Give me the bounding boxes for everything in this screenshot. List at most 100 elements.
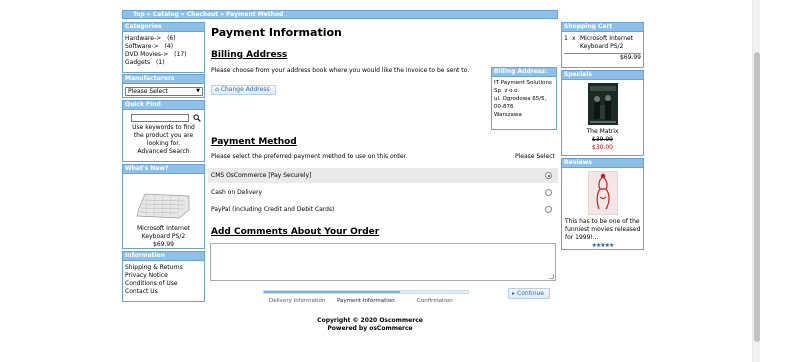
progress-fill (264, 291, 400, 293)
category-software[interactable]: Software-> (4) (125, 43, 202, 51)
categories-title: Categories (123, 23, 204, 32)
footer-copyright: Copyright © 2020 Oscommerce (317, 317, 423, 324)
step-confirmation: Confirmation (417, 298, 453, 304)
whats-new-product[interactable]: Microsoft Internet Keyboard PS/2 (125, 225, 202, 241)
specials-product[interactable]: The Matrix (564, 128, 641, 136)
manufacturers-box: Manufacturers Please Select ▼ (122, 74, 205, 98)
category-gadgets[interactable]: Gadgets (1) (125, 59, 202, 67)
reviews-title: Reviews (562, 159, 643, 168)
cart-qty: 1 (564, 35, 568, 42)
specials-title: Specials (562, 71, 643, 80)
review-rating-stars: ★★★★★ (591, 242, 615, 249)
payment-method-heading: Payment Method (211, 137, 297, 147)
breadcrumb-separator: » (218, 11, 227, 18)
info-link-privacy[interactable]: Privacy Notice (125, 272, 202, 280)
info-link-shipping[interactable]: Shipping & Returns (125, 264, 202, 272)
comments-textarea[interactable] (210, 243, 556, 281)
page-title: Payment Information (211, 26, 342, 39)
chevron-down-icon: ▼ (196, 88, 200, 94)
category-label[interactable]: DVD Movies-> (125, 51, 168, 58)
payment-method-text: Please select the preferred payment meth… (211, 153, 408, 160)
payment-option-paypal[interactable]: PayPal (including Credit and Debit Cards… (208, 202, 558, 217)
specials-box: Specials The Matrix $39.99 $30.00 (561, 70, 644, 156)
category-hardware[interactable]: Hardware-> (6) (125, 35, 202, 43)
continue-label: Continue (517, 290, 544, 297)
please-select-label: Please Select (515, 153, 555, 160)
change-address-label: Change Address (220, 86, 270, 93)
category-dvd-movies[interactable]: DVD Movies-> (17) (125, 51, 202, 59)
reviews-box: Reviews This has to be one of the funnie… (561, 158, 644, 250)
comments-heading: Add Comments About Your Order (211, 227, 380, 237)
home-icon: ⌂ (215, 86, 219, 93)
breadcrumb: Top » Catalog » Checkout » Payment Metho… (122, 10, 558, 19)
quick-find-title: Quick Find (123, 101, 204, 110)
category-label[interactable]: Gadgets (125, 59, 150, 66)
category-count: (1) (156, 59, 165, 66)
payment-option-cms[interactable]: CMS OsCommerce [Pay Securely] (208, 168, 558, 183)
breadcrumb-catalog[interactable]: Catalog (153, 11, 179, 18)
category-count: (17) (174, 51, 187, 58)
whats-new-price: $69.99 (153, 241, 174, 248)
whats-new-title: What's New? (123, 165, 204, 174)
review-dvd-image[interactable] (587, 170, 618, 216)
arrow-right-icon: ▸ (512, 290, 516, 297)
step-payment: Payment Information (337, 298, 395, 304)
review-text[interactable]: This has to be one of the funniest movie… (564, 218, 641, 242)
breadcrumb-top[interactable]: Top (133, 11, 145, 18)
address-line: ul. Ogrodowa 65/5, (494, 96, 547, 102)
change-address-button[interactable]: ⌂ Change Address (211, 85, 276, 95)
quick-find-input[interactable] (131, 114, 189, 122)
checkout-progress-bar (263, 290, 469, 294)
quick-find-box: Quick Find Use keywords to find the prod… (122, 100, 205, 162)
matrix-dvd-image[interactable] (587, 83, 618, 125)
step-delivery: Delivery Information (269, 298, 326, 304)
breadcrumb-separator: » (178, 11, 187, 18)
cart-product[interactable]: Microsoft Internet Keyboard PS/2 (580, 35, 640, 51)
breadcrumb-separator: » (144, 11, 153, 18)
billing-address-box-title: Billing Address: (492, 68, 556, 77)
breadcrumb-payment-method[interactable]: Payment Method (226, 11, 283, 18)
cart-times: x (572, 35, 576, 42)
scrollbar-thumb[interactable] (754, 52, 760, 342)
page-scrollbar[interactable] (752, 0, 760, 362)
search-icon[interactable] (193, 114, 201, 122)
continue-button[interactable]: ▸ Continue (508, 288, 550, 299)
quick-find-hint: Use keywords to find the product you are… (132, 124, 195, 147)
payment-option-label: Cash on Delivery (211, 189, 262, 196)
resize-grip-icon[interactable] (549, 274, 554, 279)
payment-option-label: CMS OsCommerce [Pay Securely] (211, 172, 312, 179)
payment-radio[interactable] (545, 172, 552, 179)
shopping-cart-box: Shopping Cart 1 x Microsoft Internet Key… (561, 22, 644, 68)
billing-address-heading: Billing Address (211, 50, 288, 60)
billing-address-box: Billing Address: IT Payment Solutions Sp… (491, 67, 557, 130)
payment-option-label: PayPal (including Credit and Debit Cards… (211, 206, 335, 213)
address-line: 00-876 (494, 104, 514, 110)
breadcrumb-checkout[interactable]: Checkout (187, 11, 218, 18)
keyboard-product-image[interactable] (135, 188, 193, 222)
category-label[interactable]: Software-> (125, 43, 159, 50)
manufacturer-select[interactable]: Please Select ▼ (125, 87, 203, 96)
payment-radio[interactable] (545, 189, 552, 196)
footer-powered-by: Powered by osCommerce (327, 325, 413, 332)
category-count: (6) (167, 35, 176, 42)
cart-total: $69.99 (564, 53, 641, 62)
categories-box: Categories Hardware-> (6) Software-> (4)… (122, 22, 205, 73)
information-title: Information (123, 252, 204, 261)
whats-new-box: What's New? Microsoft Internet Keyboard … (122, 164, 205, 249)
payment-option-cod[interactable]: Cash on Delivery (208, 185, 558, 200)
manufacturer-select-value: Please Select (128, 88, 168, 95)
address-line: Sp. z o.o. (494, 88, 520, 94)
manufacturers-title: Manufacturers (123, 75, 204, 84)
address-line: Warszawa (494, 112, 522, 118)
information-box: Information Shipping & Returns Privacy N… (122, 251, 205, 302)
info-link-contact[interactable]: Contact Us (125, 288, 202, 296)
category-label[interactable]: Hardware-> (125, 35, 161, 42)
category-count: (4) (164, 43, 174, 50)
specials-old-price: $39.99 (592, 136, 613, 143)
billing-address-text: Please choose from your address book whe… (211, 67, 470, 74)
address-line: IT Payment Solutions (494, 80, 552, 86)
info-link-conditions[interactable]: Conditions of Use (125, 280, 202, 288)
shopping-cart-title: Shopping Cart (562, 23, 643, 32)
payment-radio[interactable] (545, 206, 552, 213)
advanced-search-link[interactable]: Advanced Search (125, 148, 202, 156)
